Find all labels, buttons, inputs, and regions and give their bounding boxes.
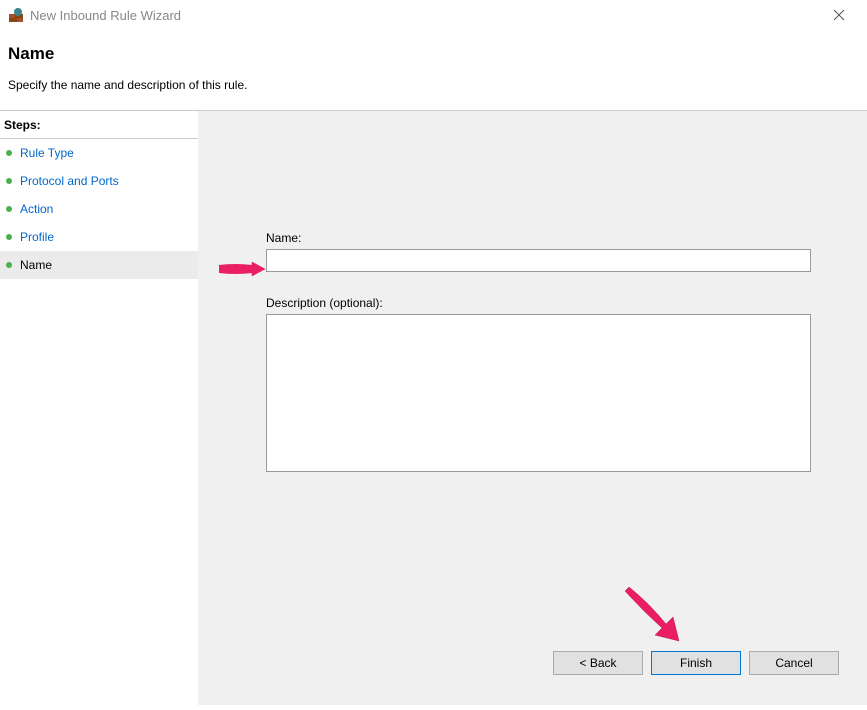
description-label: Description (optional): [266,296,817,310]
cancel-button[interactable]: Cancel [749,651,839,675]
main-panel: Name: Description (optional): < Back Fin… [198,110,867,705]
name-label: Name: [266,231,817,245]
titlebar: New Inbound Rule Wizard [0,0,867,30]
bullet-icon [6,206,12,212]
bullet-icon [6,150,12,156]
step-label: Rule Type [20,146,74,160]
steps-heading: Steps: [0,111,198,139]
step-label: Protocol and Ports [20,174,119,188]
page-subtitle: Specify the name and description of this… [8,78,859,92]
wizard-button-bar: < Back Finish Cancel [553,651,839,675]
description-textarea[interactable] [266,314,811,472]
step-name[interactable]: Name [0,251,198,279]
window-title: New Inbound Rule Wizard [30,8,819,23]
back-button[interactable]: < Back [553,651,643,675]
firewall-icon [8,7,24,23]
close-button[interactable] [819,0,859,30]
wizard-header: Name Specify the name and description of… [0,30,867,110]
step-label: Action [20,202,53,216]
step-action[interactable]: Action [0,195,198,223]
step-profile[interactable]: Profile [0,223,198,251]
bullet-icon [6,234,12,240]
name-input[interactable] [266,249,811,272]
bullet-icon [6,178,12,184]
step-label: Name [20,258,52,272]
finish-button[interactable]: Finish [651,651,741,675]
step-rule-type[interactable]: Rule Type [0,139,198,167]
bullet-icon [6,262,12,268]
step-label: Profile [20,230,54,244]
steps-sidebar: Steps: Rule Type Protocol and Ports Acti… [0,110,198,705]
page-title: Name [8,44,859,64]
step-protocol-ports[interactable]: Protocol and Ports [0,167,198,195]
